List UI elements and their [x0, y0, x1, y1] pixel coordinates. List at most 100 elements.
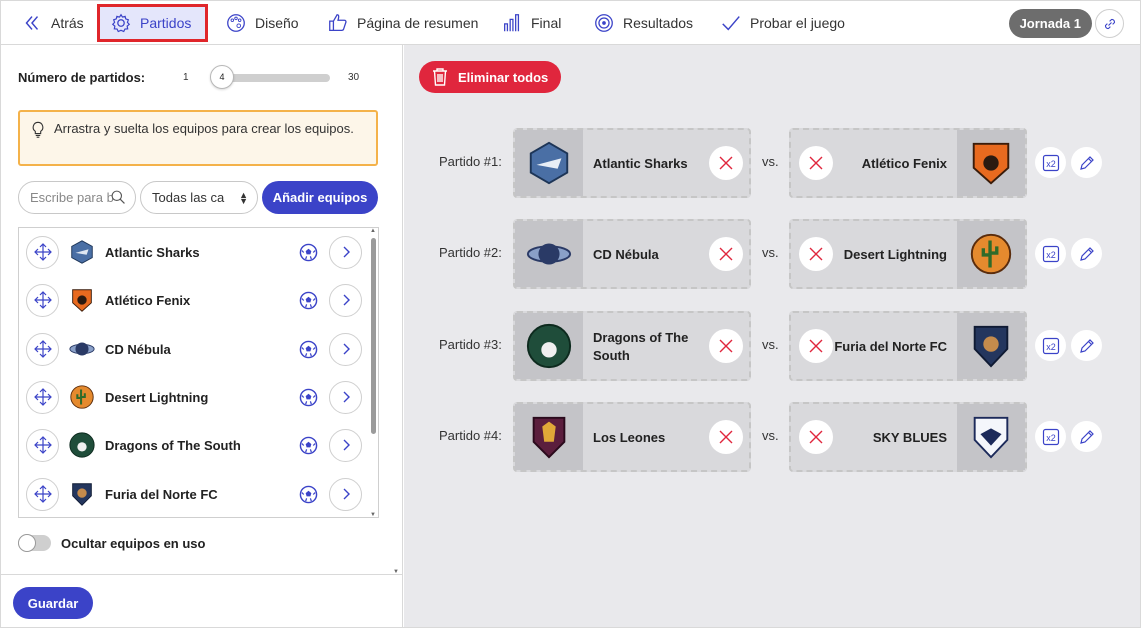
double-points-icon: x2 — [1042, 245, 1059, 262]
team-logo-box — [515, 313, 583, 379]
away-team-slot[interactable]: Atlético Fenix — [789, 128, 1027, 198]
team-row[interactable]: Desert Lightning — [19, 373, 369, 421]
tab-diseno[interactable]: Diseño — [219, 7, 305, 39]
double-points-icon: x2 — [1042, 337, 1059, 354]
team-list: Atlantic Sharks Atlético Fenix CD Nébula — [18, 227, 379, 518]
chevron-right-icon — [343, 246, 350, 258]
away-team-slot[interactable]: Desert Lightning — [789, 219, 1027, 289]
category-select[interactable]: Todas las ca ▲ ▼ — [140, 181, 258, 214]
tab-probar-juego[interactable]: Probar el juego — [714, 7, 851, 39]
chevron-button[interactable] — [329, 477, 362, 511]
remove-team-button[interactable] — [799, 237, 833, 271]
move-icon — [33, 436, 52, 454]
remove-team-button[interactable] — [709, 329, 743, 363]
hint-text: Arrastra y suelta los equipos para crear… — [54, 121, 354, 136]
chevron-button[interactable] — [329, 283, 362, 317]
move-icon — [33, 291, 52, 309]
drag-handle[interactable] — [26, 477, 59, 511]
scroll-up-icon[interactable]: ▲ — [370, 228, 376, 234]
team-name: CD Nébula — [593, 247, 659, 262]
match-count-label: Número de partidos: — [18, 69, 146, 85]
tab-partidos[interactable]: Partidos — [97, 4, 208, 42]
chevron-button[interactable] — [329, 332, 362, 366]
close-icon — [719, 430, 733, 444]
tab-pagina-resumen[interactable]: Página de resumen — [321, 7, 484, 39]
drag-handle[interactable] — [26, 283, 59, 317]
team-row[interactable]: Atlético Fenix — [19, 276, 369, 324]
save-button[interactable]: Guardar — [13, 587, 93, 619]
close-icon — [719, 339, 733, 353]
remove-team-button[interactable] — [709, 420, 743, 454]
furia-norte-logo — [973, 325, 1009, 368]
hide-used-label: Ocultar equipos en uso — [61, 535, 206, 551]
tab-label: Final — [531, 15, 562, 31]
edit-match-button[interactable] — [1071, 147, 1102, 178]
team-logo-box — [957, 313, 1025, 379]
drag-handle[interactable] — [26, 380, 59, 414]
drag-handle[interactable] — [26, 235, 59, 269]
tab-final[interactable]: Final — [495, 7, 567, 39]
team-row[interactable]: Atlantic Sharks — [19, 228, 369, 276]
double-chevron-left-icon — [25, 16, 39, 30]
team-row[interactable]: Dragons of The South — [19, 421, 369, 469]
hide-used-toggle[interactable] — [18, 534, 51, 552]
chevron-right-icon — [343, 439, 350, 451]
soccer-ball-icon — [299, 388, 318, 406]
check-icon — [722, 16, 740, 31]
team-row[interactable]: CD Nébula — [19, 325, 369, 373]
add-teams-button[interactable]: Añadir equipos — [262, 181, 378, 214]
away-team-slot[interactable]: Furia del Norte FC — [789, 311, 1027, 381]
edit-match-button[interactable] — [1071, 330, 1102, 361]
team-row[interactable]: Furia del Norte FC — [19, 470, 369, 517]
edit-match-button[interactable] — [1071, 238, 1102, 269]
lightbulb-icon — [32, 121, 44, 138]
share-link-button[interactable] — [1095, 9, 1124, 38]
home-team-slot[interactable]: Los Leones — [513, 402, 751, 472]
double-points-button[interactable]: x2 — [1035, 421, 1066, 452]
pencil-icon — [1079, 429, 1094, 444]
atletico-fenix-logo — [72, 289, 92, 312]
chevron-button[interactable] — [329, 380, 362, 414]
double-points-button[interactable]: x2 — [1035, 147, 1066, 178]
atletico-fenix-logo — [972, 142, 1010, 185]
home-team-slot[interactable]: CD Nébula — [513, 219, 751, 289]
double-points-icon: x2 — [1042, 428, 1059, 445]
atlantic-sharks-logo — [529, 141, 569, 185]
chevron-button[interactable] — [329, 428, 362, 462]
slider-max: 30 — [348, 71, 360, 83]
home-team-slot[interactable]: Atlantic Sharks — [513, 128, 751, 198]
chevron-button[interactable] — [329, 235, 362, 269]
edit-match-button[interactable] — [1071, 421, 1102, 452]
double-points-button[interactable]: x2 — [1035, 330, 1066, 361]
remove-team-button[interactable] — [709, 146, 743, 180]
remove-team-button[interactable] — [799, 420, 833, 454]
double-points-button[interactable]: x2 — [1035, 238, 1066, 269]
remove-team-button[interactable] — [799, 146, 833, 180]
back-button[interactable]: Atrás — [15, 7, 90, 39]
scrollbar-thumb[interactable] — [371, 238, 376, 434]
pencil-icon — [1079, 246, 1094, 261]
scroll-down-icon[interactable]: ▼ — [370, 512, 376, 517]
tab-resultados[interactable]: Resultados — [587, 7, 699, 39]
drag-handle[interactable] — [26, 332, 59, 366]
match-row: Partido #1: Atlantic Sharks vs. Atlético… — [404, 128, 1140, 198]
away-team-slot[interactable]: SKY BLUES — [789, 402, 1027, 472]
team-name: Furia del Norte FC — [105, 486, 218, 502]
remove-team-button[interactable] — [799, 329, 833, 363]
drag-handle[interactable] — [26, 428, 59, 462]
delete-all-button[interactable]: Eliminar todos — [419, 61, 561, 93]
search-input[interactable]: Escribe para b — [18, 181, 136, 214]
chevron-right-icon — [343, 488, 350, 500]
remove-team-button[interactable] — [709, 237, 743, 271]
panel-scrollbar[interactable]: ▼ — [393, 45, 401, 575]
move-icon — [33, 485, 52, 503]
home-team-slot[interactable]: Dragons of The South — [513, 311, 751, 381]
team-name: CD Nébula — [105, 341, 171, 357]
round-selector[interactable]: Jornada 1 — [1008, 9, 1092, 38]
team-logo-box — [515, 404, 583, 470]
move-icon — [33, 388, 52, 406]
slider-thumb[interactable]: 4 — [210, 65, 234, 89]
toggle-knob — [18, 534, 36, 552]
vs-label: vs. — [762, 245, 779, 260]
team-list-scrollbar[interactable]: ▲ ▼ — [370, 228, 376, 517]
